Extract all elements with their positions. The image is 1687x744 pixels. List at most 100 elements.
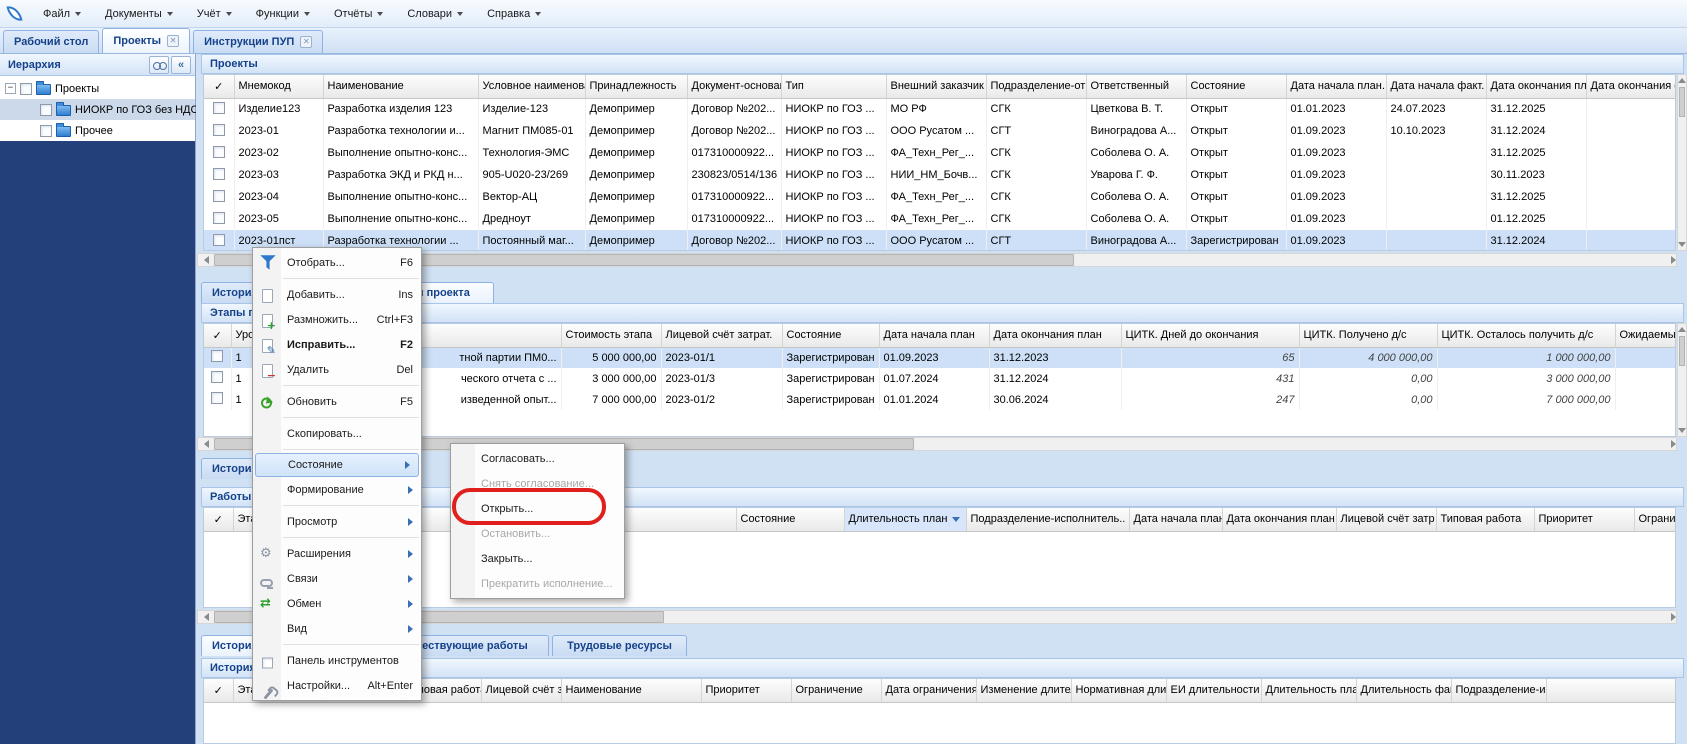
column-header[interactable]: Длительность пла: [1261, 679, 1356, 702]
checkbox[interactable]: [211, 392, 223, 404]
submenu-item-close[interactable]: Закрыть...: [451, 546, 624, 571]
menu-item-duplicate[interactable]: Размножить...Ctrl+F3: [253, 307, 421, 332]
search-icon[interactable]: [149, 56, 169, 74]
checkbox[interactable]: [213, 102, 225, 114]
column-header[interactable]: Приоритет: [1534, 508, 1634, 531]
row-checkbox-cell[interactable]: [204, 120, 234, 142]
checkbox[interactable]: [213, 146, 225, 158]
column-header[interactable]: Дата начала план.: [1286, 75, 1386, 98]
column-header[interactable]: [1546, 679, 1676, 702]
checkbox[interactable]: [213, 212, 225, 224]
column-header[interactable]: Нормативная длит: [1071, 679, 1166, 702]
scroll-left-icon[interactable]: [198, 438, 214, 450]
scroll-thumb[interactable]: [1679, 87, 1685, 117]
menu-item-forming[interactable]: Формирование: [253, 477, 421, 502]
column-header[interactable]: Ограничен: [1634, 508, 1676, 531]
column-header[interactable]: Мнемокод: [234, 75, 323, 98]
table-row[interactable]: 1изведенной опыт...7 000 000,002023-01/2…: [204, 389, 1676, 410]
column-header[interactable]: Дата начала факт.: [1386, 75, 1486, 98]
submenu-item-approve[interactable]: Согласовать...: [451, 446, 624, 471]
tab-desktop[interactable]: Рабочий стол: [3, 30, 99, 53]
row-checkbox-cell[interactable]: [204, 164, 234, 186]
collapse-node-icon[interactable]: [5, 83, 16, 94]
menu-item-edit[interactable]: Исправить...F2: [253, 332, 421, 357]
tree-item-projects[interactable]: Проекты: [0, 78, 195, 99]
menu-item-copy[interactable]: Скопировать...: [253, 421, 421, 446]
menubar-item-documents[interactable]: Документы: [93, 4, 185, 24]
column-header[interactable]: Принадлежность: [585, 75, 687, 98]
close-icon[interactable]: [167, 35, 179, 47]
table-row[interactable]: 1ческого отчета с ...3 000 000,002023-01…: [204, 368, 1676, 389]
column-header[interactable]: Дата окончания пл: [1486, 75, 1586, 98]
column-header[interactable]: ✓: [204, 508, 233, 531]
column-header[interactable]: ✓: [204, 324, 231, 347]
column-header[interactable]: Ответственный: [1086, 75, 1186, 98]
menubar-item-dictionaries[interactable]: Словари: [395, 4, 475, 24]
menu-item-view-mode[interactable]: Просмотр: [253, 509, 421, 534]
column-header[interactable]: Длительность фак: [1356, 679, 1451, 702]
row-checkbox-cell[interactable]: [204, 142, 234, 164]
table-row[interactable]: 2023-05Выполнение опытно-конс...Дредноут…: [204, 208, 1676, 230]
menubar-item-help[interactable]: Справка: [475, 4, 553, 24]
tree-item-other[interactable]: Прочее: [0, 120, 195, 141]
column-header[interactable]: Состояние: [782, 324, 879, 347]
column-header[interactable]: Ограничение: [791, 679, 881, 702]
column-header[interactable]: Подразделение-исполнитель..: [966, 508, 1129, 531]
column-header[interactable]: ЕИ длительности: [1166, 679, 1261, 702]
menubar-item-reports[interactable]: Отчёты: [322, 4, 395, 24]
projects-vertical-scrollbar[interactable]: [1677, 74, 1687, 251]
row-checkbox-cell[interactable]: [204, 368, 231, 389]
column-header[interactable]: Лицевой счёт затрат.: [661, 324, 782, 347]
table-row[interactable]: 2023-01Разработка технологии и...Магнит …: [204, 120, 1676, 142]
column-header[interactable]: Дата ограничения: [881, 679, 976, 702]
menu-item-delete[interactable]: УдалитьDel: [253, 357, 421, 382]
tab-labor-resources[interactable]: Трудовые ресурсы: [552, 635, 687, 656]
stages-vertical-scrollbar[interactable]: [1677, 323, 1687, 437]
column-header[interactable]: Дата окончания план: [989, 324, 1121, 347]
menu-item-view[interactable]: Вид: [253, 616, 421, 641]
checkbox[interactable]: [211, 371, 223, 383]
column-header[interactable]: Дата начала план.: [1129, 508, 1222, 531]
menu-item-settings[interactable]: Настройки...Alt+Enter: [253, 673, 421, 698]
column-header[interactable]: Внешний заказчик: [886, 75, 986, 98]
table-row[interactable]: Изделие123Разработка изделия 123Изделие-…: [204, 98, 1676, 120]
menu-item-extensions[interactable]: Расширения: [253, 541, 421, 566]
table-row[interactable]: 1тной партии ПМ0...5 000 000,002023-01/1…: [204, 347, 1676, 368]
column-header[interactable]: Изменение длител: [976, 679, 1071, 702]
scroll-down-icon[interactable]: [1678, 242, 1686, 247]
checkbox[interactable]: [20, 83, 32, 95]
scroll-down-icon[interactable]: [1678, 428, 1686, 433]
menu-item-add[interactable]: Добавить...Ins: [253, 282, 421, 307]
column-header[interactable]: Дата начала план: [879, 324, 989, 347]
menu-item-filter[interactable]: Отобрать...F6: [253, 250, 421, 275]
scroll-up-icon[interactable]: [1678, 78, 1686, 83]
column-header[interactable]: Документ-основан: [687, 75, 781, 98]
row-checkbox-cell[interactable]: [204, 208, 234, 230]
row-checkbox-cell[interactable]: [204, 98, 234, 120]
column-header[interactable]: Стоимость этапа: [561, 324, 661, 347]
table-row[interactable]: 2023-01пстРазработка технологии ...Посто…: [204, 230, 1676, 251]
row-checkbox-cell[interactable]: [204, 230, 234, 251]
collapse-panel-icon[interactable]: «: [171, 56, 191, 74]
scroll-up-icon[interactable]: [1678, 327, 1686, 332]
column-header[interactable]: Длительность план: [844, 508, 966, 531]
tree-item-niokr-goz[interactable]: НИОКР по ГОЗ без НДС: [0, 99, 195, 120]
scroll-right-icon[interactable]: [1660, 438, 1676, 450]
column-header[interactable]: Дата окончания ф: [1586, 75, 1676, 98]
column-header[interactable]: Тип: [781, 75, 886, 98]
column-header[interactable]: Наименование: [323, 75, 478, 98]
checkbox[interactable]: [213, 234, 225, 246]
row-checkbox-cell[interactable]: [204, 186, 234, 208]
checkbox[interactable]: [213, 190, 225, 202]
column-header[interactable]: Лицевой счёт затр: [1336, 508, 1436, 531]
column-header[interactable]: Подразделение-ис: [1451, 679, 1546, 702]
menubar-item-file[interactable]: Файл: [31, 4, 93, 24]
row-checkbox-cell[interactable]: [204, 347, 231, 368]
scroll-thumb[interactable]: [1679, 336, 1685, 366]
table-row[interactable]: 2023-03Разработка ЭКД и РКД н...905-U020…: [204, 164, 1676, 186]
column-header[interactable]: ЦИТК. Получено д/с: [1299, 324, 1437, 347]
menubar-item-accounting[interactable]: Учёт: [185, 4, 244, 24]
column-header[interactable]: ✓: [204, 679, 233, 702]
checkbox[interactable]: [40, 125, 52, 137]
scroll-left-icon[interactable]: [198, 254, 214, 266]
